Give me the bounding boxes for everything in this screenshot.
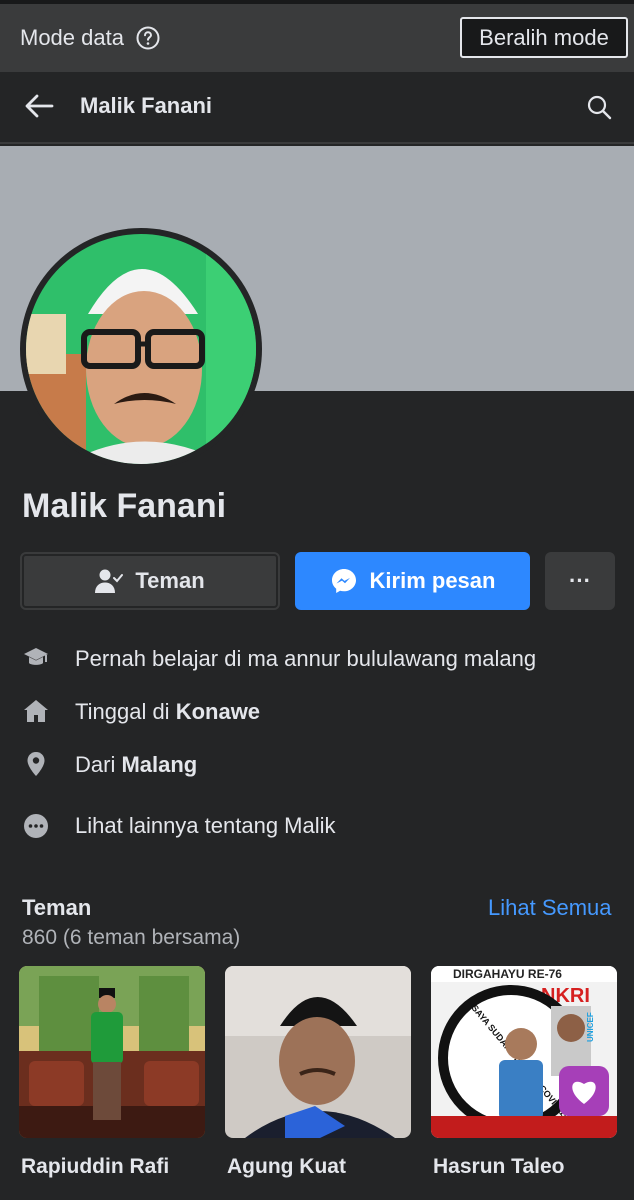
friend-name-2[interactable]: Agung Kuat — [227, 1155, 346, 1179]
from-place[interactable]: Malang — [121, 752, 197, 777]
more-options-label: ··· — [569, 568, 591, 593]
question-circle-icon[interactable] — [136, 26, 160, 50]
ellipsis-circle-icon — [24, 814, 48, 838]
see-more-about-link[interactable]: Lihat lainnya tentang Malik — [75, 813, 336, 839]
profile-avatar[interactable] — [26, 234, 256, 464]
arrow-left-icon[interactable] — [24, 93, 54, 119]
lives-in-prefix: Tinggal di — [75, 699, 176, 724]
see-all-friends-link[interactable]: Lihat Semua — [488, 895, 612, 921]
friend-name-1[interactable]: Rapiuddin Rafi — [21, 1155, 169, 1179]
education-text: Pernah belajar di ma annur bululawang ma… — [75, 646, 537, 671]
friends-section-title: Teman — [22, 895, 92, 920]
friend-name-3[interactable]: Hasrun Taleo — [433, 1155, 564, 1179]
friends-count: 860 (6 teman bersama) — [22, 926, 241, 949]
friend-status-button[interactable]: Teman — [20, 552, 280, 610]
data-mode-label: Mode data — [20, 25, 124, 50]
dirgahayu-banner-text: DIRGAHAYU RE-76 — [453, 967, 562, 981]
graduation-cap-icon — [24, 648, 48, 665]
unicef-banner-text: UNICEF — [586, 1012, 595, 1042]
profile-name: Malik Fanani — [22, 487, 227, 525]
more-options-button[interactable]: ··· — [545, 552, 615, 610]
switch-mode-button[interactable]: Beralih mode — [460, 17, 628, 58]
friend-button-label: Teman — [135, 568, 205, 593]
search-icon[interactable] — [586, 94, 612, 120]
lives-in-text: Tinggal di Konawe — [75, 699, 260, 725]
map-pin-icon — [27, 752, 45, 776]
home-icon — [24, 700, 48, 722]
from-text: Dari Malang — [75, 752, 197, 778]
friend-photo-3[interactable]: DIRGAHAYU RE-76 NKRI SAYA SUDAH DIVAKSIN… — [431, 966, 617, 1138]
from-prefix: Dari — [75, 752, 122, 777]
messenger-icon — [331, 569, 356, 593]
header-title: Malik Fanani — [80, 93, 213, 118]
friend-photo-2[interactable] — [225, 966, 411, 1138]
send-message-button[interactable]: Kirim pesan — [295, 552, 530, 610]
send-message-label: Kirim pesan — [369, 568, 496, 593]
friend-photo-1[interactable] — [19, 966, 205, 1138]
person-check-icon — [95, 569, 124, 593]
lives-in-place[interactable]: Konawe — [176, 699, 260, 724]
